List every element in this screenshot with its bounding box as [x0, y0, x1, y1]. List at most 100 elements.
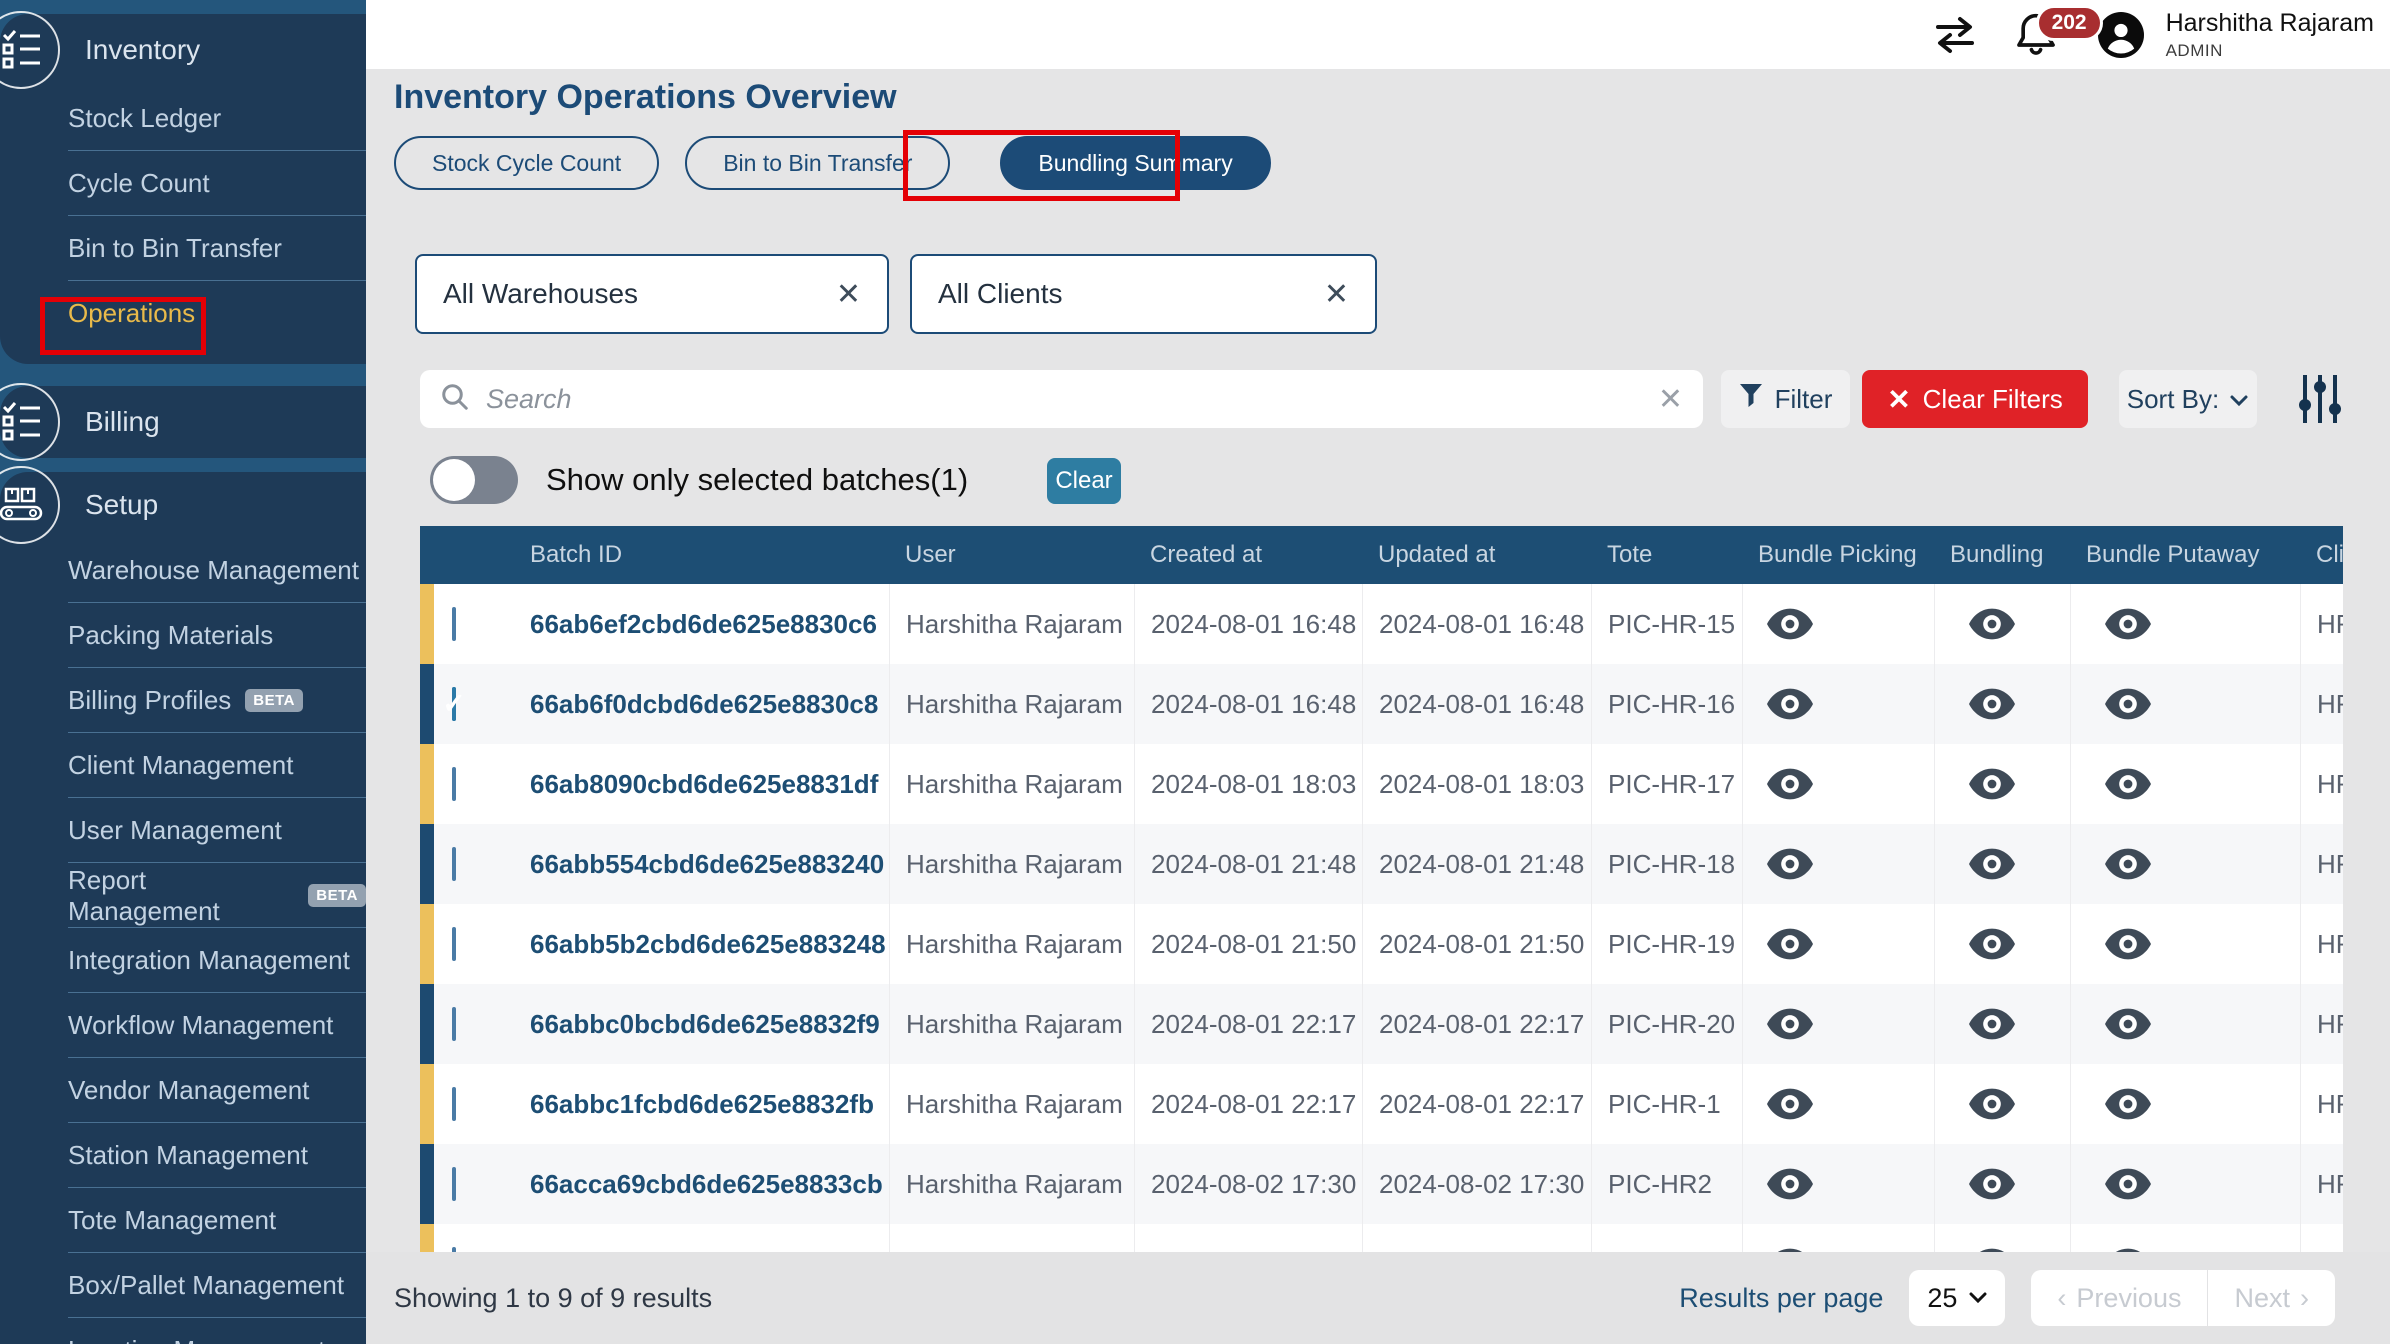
- batch-id-link[interactable]: 66ab6f0dcbd6de625e8830c8: [514, 664, 889, 744]
- client-cell: HR: [2300, 1144, 2343, 1224]
- row-checkbox[interactable]: [452, 1167, 456, 1201]
- sidebar-item[interactable]: Vendor Management: [0, 1058, 366, 1123]
- next-button[interactable]: Next ›: [2208, 1270, 2335, 1326]
- row-checkbox[interactable]: [452, 847, 456, 881]
- col-bundling[interactable]: Bundling: [1934, 541, 2070, 569]
- sidebar-item[interactable]: Stock Ledger: [0, 86, 366, 151]
- search-input[interactable]: [484, 383, 1658, 416]
- sidebar-header-setup[interactable]: Setup: [0, 472, 366, 538]
- bundle-putaway-view-icon[interactable]: [2105, 847, 2151, 881]
- sort-by-button[interactable]: Sort By:: [2119, 370, 2257, 428]
- row-status-strip: [420, 584, 434, 664]
- bundling-view-icon[interactable]: [1969, 767, 2015, 801]
- sidebar-item[interactable]: Station Management: [0, 1123, 366, 1188]
- tab[interactable]: Bundling Summary: [1000, 136, 1270, 190]
- col-bundle-putaway[interactable]: Bundle Putaway: [2070, 541, 2300, 569]
- row-checkbox[interactable]: [452, 1007, 456, 1041]
- row-checkbox[interactable]: [452, 767, 456, 801]
- batch-id-link[interactable]: 66abb5b2cbd6de625e883248: [514, 904, 889, 984]
- warehouse-filter-select[interactable]: All Warehouses ✕: [415, 254, 889, 334]
- chevron-down-icon: [2229, 384, 2249, 415]
- table-row: 66abb554cbd6de625e883240 Harshitha Rajar…: [420, 824, 2343, 904]
- column-settings-sliders-icon[interactable]: [2294, 368, 2346, 430]
- sidebar-item-label: Client Management: [68, 750, 293, 781]
- col-user[interactable]: User: [889, 541, 1134, 569]
- col-created-at[interactable]: Created at: [1134, 541, 1362, 569]
- bundle-putaway-view-icon[interactable]: [2105, 767, 2151, 801]
- tab[interactable]: Stock Cycle Count: [394, 136, 659, 190]
- warehouse-clear-icon[interactable]: ✕: [836, 277, 861, 312]
- clear-filters-button[interactable]: ✕ Clear Filters: [1862, 370, 2088, 428]
- search-clear-icon[interactable]: ✕: [1658, 382, 1683, 417]
- user-role: ADMIN: [2166, 40, 2374, 61]
- bundling-view-icon[interactable]: [1969, 1007, 2015, 1041]
- bundle-putaway-view-icon[interactable]: [2105, 607, 2151, 641]
- batch-id-link[interactable]: 66abb554cbd6de625e883240: [514, 824, 889, 904]
- tab[interactable]: Bin to Bin Transfer: [685, 136, 950, 190]
- swap-arrows-icon[interactable]: [1930, 13, 1980, 57]
- row-checkbox[interactable]: [452, 607, 456, 641]
- row-status-strip: [420, 984, 434, 1064]
- batch-id-link[interactable]: 66acca69cbd6de625e8833cb: [514, 1144, 889, 1224]
- bundle-putaway-view-icon[interactable]: [2105, 1087, 2151, 1121]
- row-checkbox[interactable]: [452, 687, 456, 721]
- sidebar-item[interactable]: Tote Management: [0, 1188, 366, 1253]
- client-filter-select[interactable]: All Clients ✕: [910, 254, 1377, 334]
- filter-button[interactable]: Filter: [1721, 370, 1850, 428]
- batch-id-link[interactable]: 66abbc0bcbd6de625e8832f9: [514, 984, 889, 1064]
- col-tote[interactable]: Tote: [1591, 541, 1742, 569]
- bundling-view-icon[interactable]: [1969, 1087, 2015, 1121]
- bundle-picking-view-icon[interactable]: [1767, 767, 1813, 801]
- bundle-putaway-view-icon[interactable]: [2105, 687, 2151, 721]
- sidebar-item[interactable]: Operations: [0, 281, 366, 346]
- bundling-view-icon[interactable]: [1969, 1167, 2015, 1201]
- sidebar-item[interactable]: Report Management BETA: [0, 863, 366, 928]
- bundle-picking-view-icon[interactable]: [1767, 1007, 1813, 1041]
- batch-id-link[interactable]: 66abbc1fcbd6de625e8832fb: [514, 1064, 889, 1144]
- col-bundle-picking[interactable]: Bundle Picking: [1742, 541, 1934, 569]
- col-batch-id[interactable]: Batch ID: [514, 541, 889, 569]
- previous-button[interactable]: ‹ Previous: [2031, 1270, 2207, 1326]
- sidebar-item[interactable]: Cycle Count: [0, 151, 366, 216]
- page-size-select[interactable]: 25: [1909, 1270, 2005, 1326]
- col-client[interactable]: Client: [2300, 541, 2343, 569]
- show-selected-toggle[interactable]: [430, 456, 518, 504]
- bundle-putaway-view-icon[interactable]: [2105, 927, 2151, 961]
- bundle-picking-view-icon[interactable]: [1767, 1167, 1813, 1201]
- bundle-picking-view-icon[interactable]: [1767, 927, 1813, 961]
- clear-selection-button[interactable]: Clear: [1047, 458, 1121, 504]
- sidebar-item-label: User Management: [68, 815, 282, 846]
- sidebar-item[interactable]: Billing Profiles BETA: [0, 668, 366, 733]
- bundling-view-icon[interactable]: [1969, 607, 2015, 641]
- bundle-picking-view-icon[interactable]: [1767, 687, 1813, 721]
- row-checkbox[interactable]: [452, 1087, 456, 1121]
- sidebar-item[interactable]: Client Management: [0, 733, 366, 798]
- sidebar-item[interactable]: Integration Management: [0, 928, 366, 993]
- bundling-view-icon[interactable]: [1969, 927, 2015, 961]
- client-clear-icon[interactable]: ✕: [1324, 277, 1349, 312]
- row-checkbox[interactable]: [452, 927, 456, 961]
- batch-id-link[interactable]: [514, 1224, 889, 1252]
- bundle-picking-view-icon[interactable]: [1767, 1087, 1813, 1121]
- notifications-bell[interactable]: 202: [2014, 9, 2064, 61]
- row-status-strip: [420, 1144, 434, 1224]
- sidebar-item[interactable]: Box/Pallet Management: [0, 1253, 366, 1318]
- sidebar-item[interactable]: Bin to Bin Transfer: [0, 216, 366, 281]
- sidebar-header-billing[interactable]: Billing: [0, 386, 366, 458]
- sidebar-item[interactable]: Workflow Management: [0, 993, 366, 1058]
- col-updated-at[interactable]: Updated at: [1362, 541, 1591, 569]
- bundle-picking-view-icon[interactable]: [1767, 847, 1813, 881]
- sidebar-item[interactable]: Packing Materials: [0, 603, 366, 668]
- bundle-picking-view-icon[interactable]: [1767, 607, 1813, 641]
- bundle-putaway-view-icon[interactable]: [2105, 1167, 2151, 1201]
- sidebar-item[interactable]: Location Management: [0, 1318, 366, 1344]
- bundling-view-icon[interactable]: [1969, 687, 2015, 721]
- batch-id-link[interactable]: 66ab8090cbd6de625e8831df: [514, 744, 889, 824]
- sidebar-item[interactable]: User Management: [0, 798, 366, 863]
- bundling-view-icon[interactable]: [1969, 847, 2015, 881]
- bundle-putaway-view-icon[interactable]: [2105, 1007, 2151, 1041]
- batch-id-link[interactable]: 66ab6ef2cbd6de625e8830c6: [514, 584, 889, 664]
- sidebar-item[interactable]: Warehouse Management: [0, 538, 366, 603]
- user-avatar[interactable]: [2098, 12, 2144, 58]
- sidebar-header-inventory[interactable]: Inventory: [0, 14, 366, 86]
